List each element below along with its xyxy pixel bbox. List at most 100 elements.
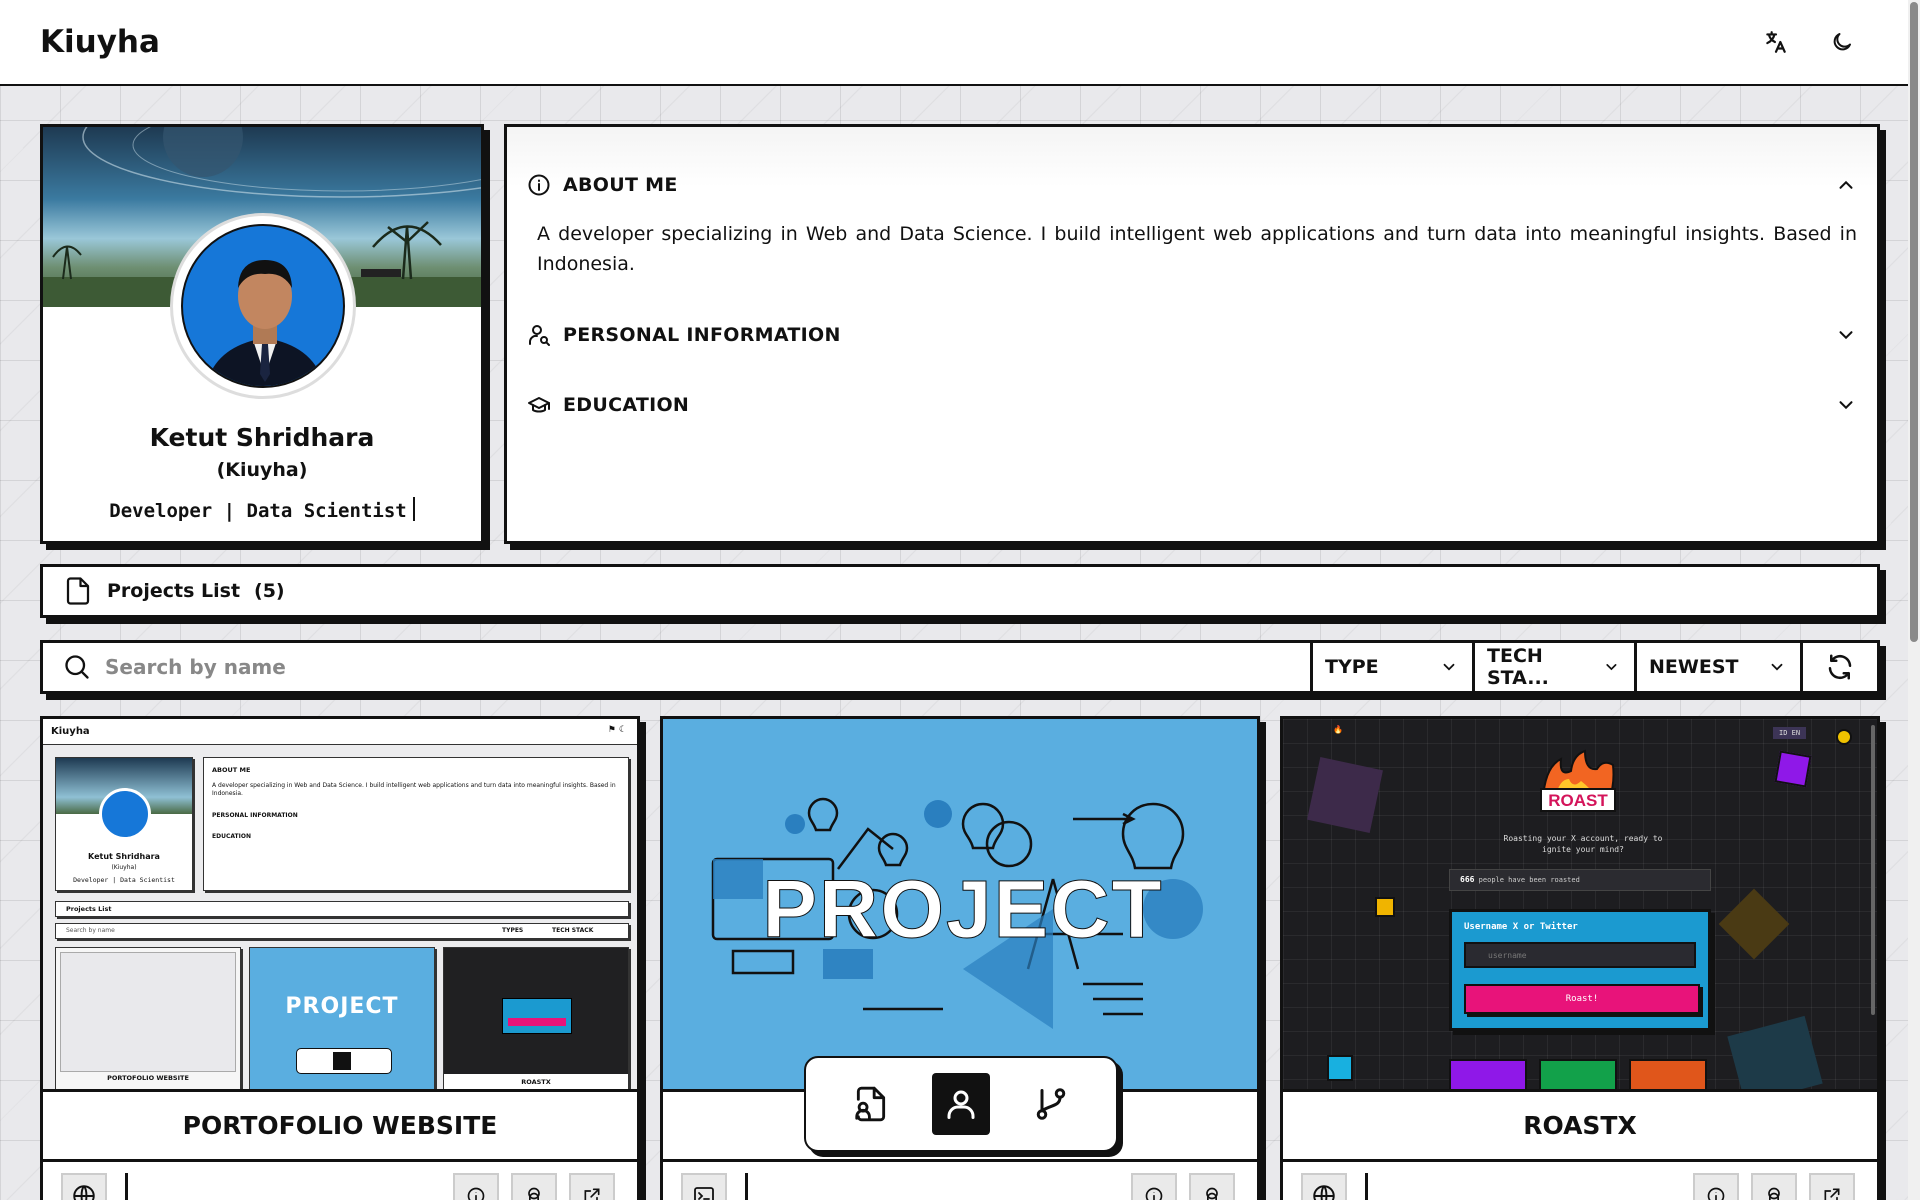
moon-icon[interactable]	[1824, 24, 1860, 60]
github-icon[interactable]	[1751, 1173, 1797, 1200]
project-thumbnail: PROJECT	[663, 719, 1257, 1092]
profile-nickname: (Kiuyha)	[216, 459, 308, 481]
chevron-down-icon	[1839, 331, 1853, 340]
avatar	[170, 213, 356, 399]
github-icon[interactable]	[511, 1173, 557, 1200]
roastx-tile-green[interactable]	[1539, 1059, 1617, 1089]
tech-stack-select-value: TECH STA...	[1487, 645, 1549, 689]
sort-select[interactable]: NEWEST	[1637, 643, 1803, 691]
thumbnail-project-text: PROJECT	[762, 864, 1163, 955]
project-title: ROASTX	[1283, 1092, 1877, 1162]
roastx-tile-purple[interactable]	[1449, 1059, 1527, 1089]
graduation-cap-icon	[528, 397, 550, 413]
search-input[interactable]	[105, 655, 1228, 679]
scrollbar-thumb[interactable]	[1910, 2, 1918, 642]
svg-text:ROAST: ROAST	[1548, 791, 1608, 810]
project-card-footer	[663, 1165, 1257, 1200]
file-user-icon	[855, 1086, 886, 1122]
user-icon	[947, 1090, 975, 1119]
footer-divider	[1365, 1173, 1368, 1200]
profile-card: Ketut Shridhara (Kiuyha) Developer | Dat…	[40, 124, 484, 544]
mini-card-3-title: ROASTX	[444, 1074, 628, 1089]
project-card-portfolio[interactable]: Kiuyha ⚑ ☾ Ketut Shridhara (Kiuyha) Deve…	[40, 716, 640, 1200]
project-thumbnail: ID EN 🔥 ROAST Roasting your X account, r…	[1283, 719, 1877, 1092]
search-icon	[65, 655, 89, 679]
project-card-footer	[43, 1165, 637, 1200]
mini-about-body: A developer specializing in Web and Data…	[212, 782, 616, 797]
roastx-small-logo: 🔥	[1333, 725, 1343, 734]
bottom-navigation	[804, 1056, 1118, 1152]
globe-icon[interactable]	[1301, 1173, 1347, 1200]
sun-icon[interactable]	[1836, 729, 1852, 745]
external-link-icon[interactable]	[1809, 1173, 1855, 1200]
mini-personal: PERSONAL INFORMATION	[212, 812, 298, 819]
type-select-value: TYPE	[1325, 656, 1379, 678]
roastx-lang-toggle[interactable]: ID EN	[1773, 727, 1807, 739]
accordion-title: PERSONAL INFORMATION	[563, 324, 841, 346]
terminal-icon[interactable]	[681, 1173, 727, 1200]
accordion-personal-information[interactable]: PERSONAL INFORMATION	[527, 315, 1857, 355]
projects-count: (5)	[254, 580, 285, 602]
footer-divider	[125, 1173, 128, 1200]
roastx-username-input[interactable]: username	[1464, 942, 1696, 968]
page-scrollbar[interactable]	[1908, 0, 1920, 1200]
mini-about-card: ABOUT ME A developer specializing in Web…	[203, 757, 629, 891]
mini-card-2: PROJECT	[249, 947, 435, 1089]
profile-role: Developer | Data Scientist	[43, 497, 481, 522]
mini-role: Developer | Data Scientist	[73, 876, 175, 884]
about-me-text: A developer specializing in Web and Data…	[537, 223, 1857, 275]
mini-nick: (Kiuyha)	[111, 864, 137, 871]
refresh-icon	[1828, 654, 1852, 680]
info-icon[interactable]	[1131, 1173, 1177, 1200]
projects-list-title: Projects List	[107, 580, 241, 602]
nav-profile-button[interactable]	[932, 1073, 990, 1135]
file-icon	[66, 577, 90, 605]
info-icon[interactable]	[453, 1173, 499, 1200]
tech-stack-select[interactable]: TECH STA...	[1475, 643, 1637, 691]
typing-caret	[412, 497, 415, 521]
git-branch-icon	[1036, 1088, 1066, 1120]
roastx-count: 666	[1460, 875, 1475, 884]
refresh-button[interactable]	[1803, 643, 1877, 691]
chevron-down-icon	[1443, 663, 1455, 671]
mini-card-3: ROASTX	[443, 947, 629, 1089]
accordion-about-me[interactable]: ABOUT ME	[527, 165, 1857, 205]
info-icon[interactable]	[1693, 1173, 1739, 1200]
projects-list-header: Projects List (5)	[40, 564, 1880, 618]
chevron-up-icon	[1839, 180, 1853, 189]
top-bar: Kiuyha	[0, 0, 1908, 86]
mini-about-title: ABOUT ME	[212, 766, 251, 774]
user-search-icon	[528, 325, 550, 346]
roastx-roast-button[interactable]: Roast!	[1464, 984, 1700, 1014]
profile-name: Ketut Shridhara	[149, 423, 375, 452]
mini-projects-list: Projects List	[55, 901, 629, 917]
translate-icon[interactable]	[1758, 24, 1794, 60]
github-icon[interactable]	[1189, 1173, 1235, 1200]
sort-select-value: NEWEST	[1649, 656, 1739, 678]
footer-divider	[745, 1173, 748, 1200]
roastx-counter: 666 people have been roasted	[1449, 869, 1711, 891]
mini-card-1: PORTOFOLIO WEBSITE	[55, 947, 241, 1089]
mini-search: Search by name TYPES TECH STACK	[55, 923, 629, 939]
project-thumbnail: Kiuyha ⚑ ☾ Ketut Shridhara (Kiuyha) Deve…	[43, 719, 637, 1092]
roastx-count-label: people have been roasted	[1478, 876, 1580, 884]
nav-projects-button[interactable]	[1022, 1073, 1080, 1135]
roastx-tile-orange[interactable]	[1629, 1059, 1707, 1089]
project-illustration: PROJECT	[711, 797, 1203, 1029]
external-link-icon[interactable]	[569, 1173, 615, 1200]
about-accordion: ABOUT ME A developer specializing in Web…	[504, 124, 1880, 544]
globe-icon[interactable]	[61, 1173, 107, 1200]
mini-education: EDUCATION	[212, 833, 251, 840]
nav-resume-button[interactable]	[842, 1073, 900, 1135]
roastx-tagline: Roasting your X account, ready to ignite…	[1503, 834, 1663, 854]
mini-types: TYPES	[502, 927, 524, 934]
accordion-education[interactable]: EDUCATION	[527, 385, 1857, 425]
brand-title[interactable]: Kiuyha	[40, 24, 160, 60]
accordion-title: EDUCATION	[563, 394, 690, 416]
chevron-down-icon	[1771, 663, 1783, 671]
mini-tech: TECH STACK	[552, 927, 594, 934]
type-select[interactable]: TYPE	[1313, 643, 1475, 691]
thumbnail-scrollbar	[1871, 725, 1875, 1015]
search-box	[43, 643, 1313, 691]
project-card-roastx[interactable]: ID EN 🔥 ROAST Roasting your X account, r…	[1280, 716, 1880, 1200]
